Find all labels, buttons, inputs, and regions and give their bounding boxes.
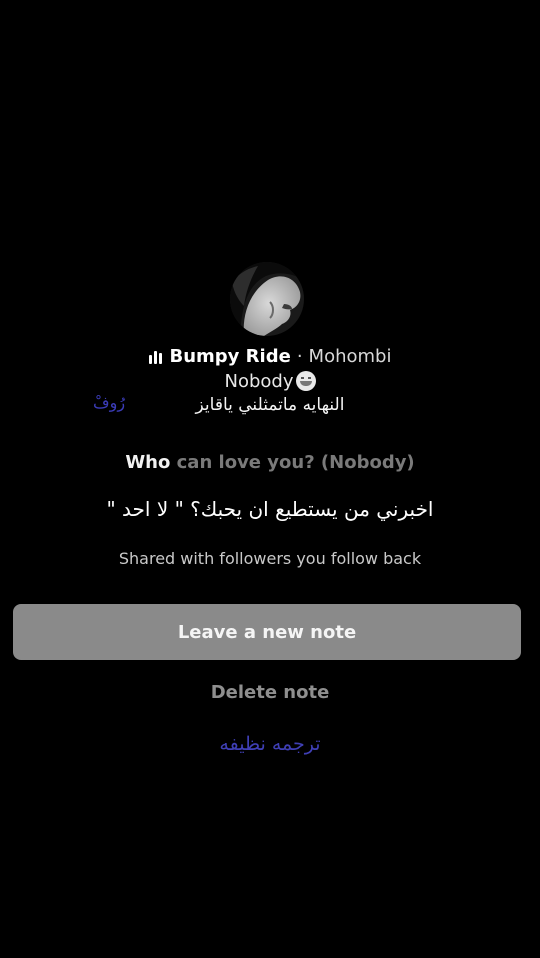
question-rest: can love you? (Nobody) — [170, 452, 415, 473]
audio-bars-icon — [148, 350, 162, 364]
song-separator: · — [296, 346, 303, 367]
note-text: Nobody — [224, 370, 294, 392]
leave-new-note-button[interactable]: Leave a new note — [13, 604, 521, 660]
shared-audience-text: Shared with followers you follow back — [118, 549, 422, 568]
song-artist: Mohombi — [308, 346, 392, 367]
arabic-translation: اخبرني من يستطيع ان يحبك؟ " لا احد " — [106, 497, 434, 521]
delete-note-button[interactable]: Delete note — [0, 682, 540, 703]
signature-text: رُوفْ — [93, 393, 126, 412]
clean-translation-label: ترجمه نظيفه — [219, 733, 321, 755]
note-text-row: Nobody — [0, 368, 540, 394]
arabic-subtitle: النهايه ماتمثلني ياقايز — [195, 395, 345, 415]
grinning-sweat-emoji-icon — [295, 371, 316, 391]
question-who: Who — [125, 452, 171, 473]
song-title: Bumpy Ride — [169, 346, 291, 367]
note-question: Who can love you? (Nobody) — [0, 452, 540, 473]
profile-avatar[interactable] — [230, 262, 304, 336]
music-sticker[interactable]: Bumpy Ride · Mohombi — [0, 344, 540, 370]
